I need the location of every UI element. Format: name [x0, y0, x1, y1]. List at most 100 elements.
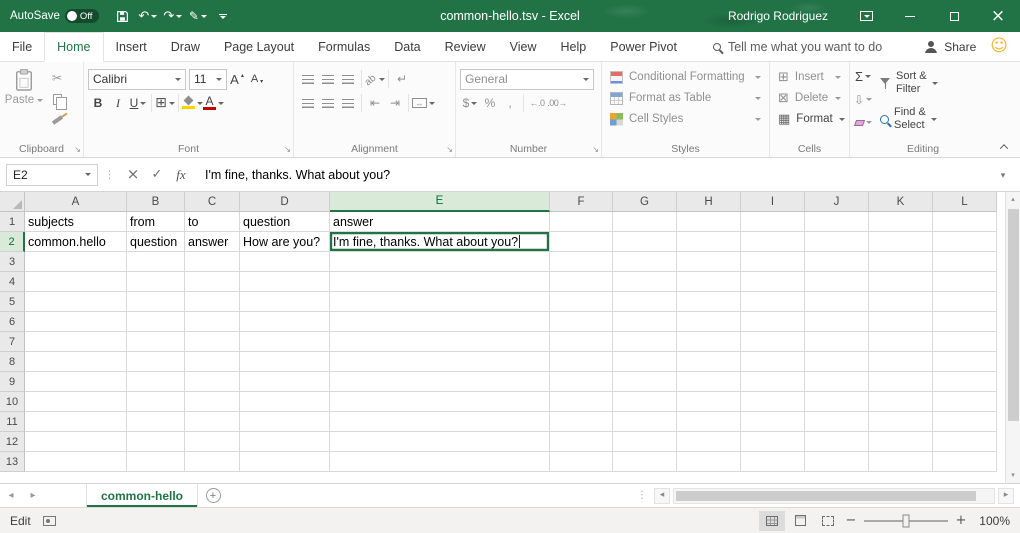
zoom-in-button[interactable]: [952, 511, 970, 531]
cell-J3[interactable]: [805, 252, 869, 272]
cell-L8[interactable]: [933, 352, 997, 372]
cell-A10[interactable]: [25, 392, 127, 412]
autosave-toggle[interactable]: AutoSave Off: [10, 9, 99, 23]
cell-B13[interactable]: [127, 452, 185, 472]
cell-K2[interactable]: [869, 232, 933, 252]
row-header-4[interactable]: 4: [0, 272, 25, 292]
cell-B3[interactable]: [127, 252, 185, 272]
comma-style-button[interactable]: ,: [500, 93, 520, 114]
cell-C3[interactable]: [185, 252, 240, 272]
cell-I2[interactable]: [741, 232, 805, 252]
cell-J12[interactable]: [805, 432, 869, 452]
next-sheet-button[interactable]: [22, 484, 44, 507]
cell-L6[interactable]: [933, 312, 997, 332]
cell-D12[interactable]: [240, 432, 330, 452]
column-header-D[interactable]: D: [240, 192, 330, 212]
format-as-table-button[interactable]: Format as Table: [605, 88, 766, 108]
cell-L1[interactable]: [933, 212, 997, 232]
cell-D8[interactable]: [240, 352, 330, 372]
cell-L2[interactable]: [933, 232, 997, 252]
cell-J7[interactable]: [805, 332, 869, 352]
cell-I12[interactable]: [741, 432, 805, 452]
cell-I6[interactable]: [741, 312, 805, 332]
decrease-font-size-button[interactable]: A: [247, 69, 267, 90]
cell-J10[interactable]: [805, 392, 869, 412]
insert-cells-button[interactable]: Insert: [773, 67, 846, 87]
tab-draw[interactable]: Draw: [159, 32, 212, 61]
cell-H5[interactable]: [677, 292, 741, 312]
cell-B11[interactable]: [127, 412, 185, 432]
cell-H11[interactable]: [677, 412, 741, 432]
cell-A6[interactable]: [25, 312, 127, 332]
cell-F10[interactable]: [550, 392, 613, 412]
align-left-button[interactable]: [298, 93, 318, 114]
normal-view-button[interactable]: [759, 511, 785, 531]
cell-K6[interactable]: [869, 312, 933, 332]
row-header-6[interactable]: 6: [0, 312, 25, 332]
cell-B2[interactable]: question: [127, 232, 185, 252]
cell-D13[interactable]: [240, 452, 330, 472]
page-layout-view-button[interactable]: [787, 511, 813, 531]
cell-E9[interactable]: [330, 372, 550, 392]
column-header-L[interactable]: L: [933, 192, 997, 212]
cell-H8[interactable]: [677, 352, 741, 372]
cell-E8[interactable]: [330, 352, 550, 372]
cell-G13[interactable]: [613, 452, 677, 472]
cell-L9[interactable]: [933, 372, 997, 392]
format-painter-button[interactable]: [45, 111, 69, 129]
underline-button[interactable]: U: [128, 93, 148, 114]
row-header-2[interactable]: 2: [0, 232, 25, 252]
row-header-11[interactable]: 11: [0, 412, 25, 432]
alignment-dialog-launcher[interactable]: [446, 145, 453, 154]
cell-F11[interactable]: [550, 412, 613, 432]
cell-A12[interactable]: [25, 432, 127, 452]
cell-J11[interactable]: [805, 412, 869, 432]
cell-I5[interactable]: [741, 292, 805, 312]
draw-mode-button[interactable]: [187, 4, 209, 28]
cut-button[interactable]: [45, 69, 69, 87]
paste-button[interactable]: Paste: [3, 68, 45, 129]
column-header-I[interactable]: I: [741, 192, 805, 212]
cell-L3[interactable]: [933, 252, 997, 272]
horizontal-scroll-thumb[interactable]: [676, 491, 976, 501]
cell-G6[interactable]: [613, 312, 677, 332]
zoom-out-button[interactable]: [842, 511, 860, 531]
increase-decimal-button[interactable]: ←.0: [527, 93, 547, 114]
formula-bar-drag-dots[interactable]: [104, 169, 115, 180]
cell-F6[interactable]: [550, 312, 613, 332]
cell-B9[interactable]: [127, 372, 185, 392]
cell-K9[interactable]: [869, 372, 933, 392]
row-header-7[interactable]: 7: [0, 332, 25, 352]
cell-A9[interactable]: [25, 372, 127, 392]
vertical-scroll-thumb[interactable]: [1008, 209, 1019, 421]
cell-C11[interactable]: [185, 412, 240, 432]
column-header-H[interactable]: H: [677, 192, 741, 212]
tab-file[interactable]: File: [0, 32, 44, 61]
cell-B12[interactable]: [127, 432, 185, 452]
delete-cells-button[interactable]: Delete: [773, 88, 846, 108]
font-size-select[interactable]: 11: [189, 69, 227, 90]
cell-E1[interactable]: answer: [330, 212, 550, 232]
row-header-3[interactable]: 3: [0, 252, 25, 272]
cell-C12[interactable]: [185, 432, 240, 452]
cell-B1[interactable]: from: [127, 212, 185, 232]
cell-L10[interactable]: [933, 392, 997, 412]
format-cells-button[interactable]: Format: [773, 109, 846, 129]
cell-L12[interactable]: [933, 432, 997, 452]
align-right-button[interactable]: [338, 93, 358, 114]
cell-C4[interactable]: [185, 272, 240, 292]
tell-me-box[interactable]: Tell me what you want to do: [713, 32, 882, 61]
tab-power-pivot[interactable]: Power Pivot: [598, 32, 689, 61]
tab-page-layout[interactable]: Page Layout: [212, 32, 306, 61]
cell-D10[interactable]: [240, 392, 330, 412]
cell-F9[interactable]: [550, 372, 613, 392]
cell-D5[interactable]: [240, 292, 330, 312]
cell-C2[interactable]: answer: [185, 232, 240, 252]
cell-B5[interactable]: [127, 292, 185, 312]
italic-button[interactable]: I: [108, 93, 128, 114]
cell-D2[interactable]: How are you?: [240, 232, 330, 252]
cell-F1[interactable]: [550, 212, 613, 232]
expand-formula-bar-button[interactable]: [992, 164, 1014, 186]
name-box[interactable]: E2: [6, 164, 98, 186]
wrap-text-button[interactable]: [392, 69, 412, 90]
